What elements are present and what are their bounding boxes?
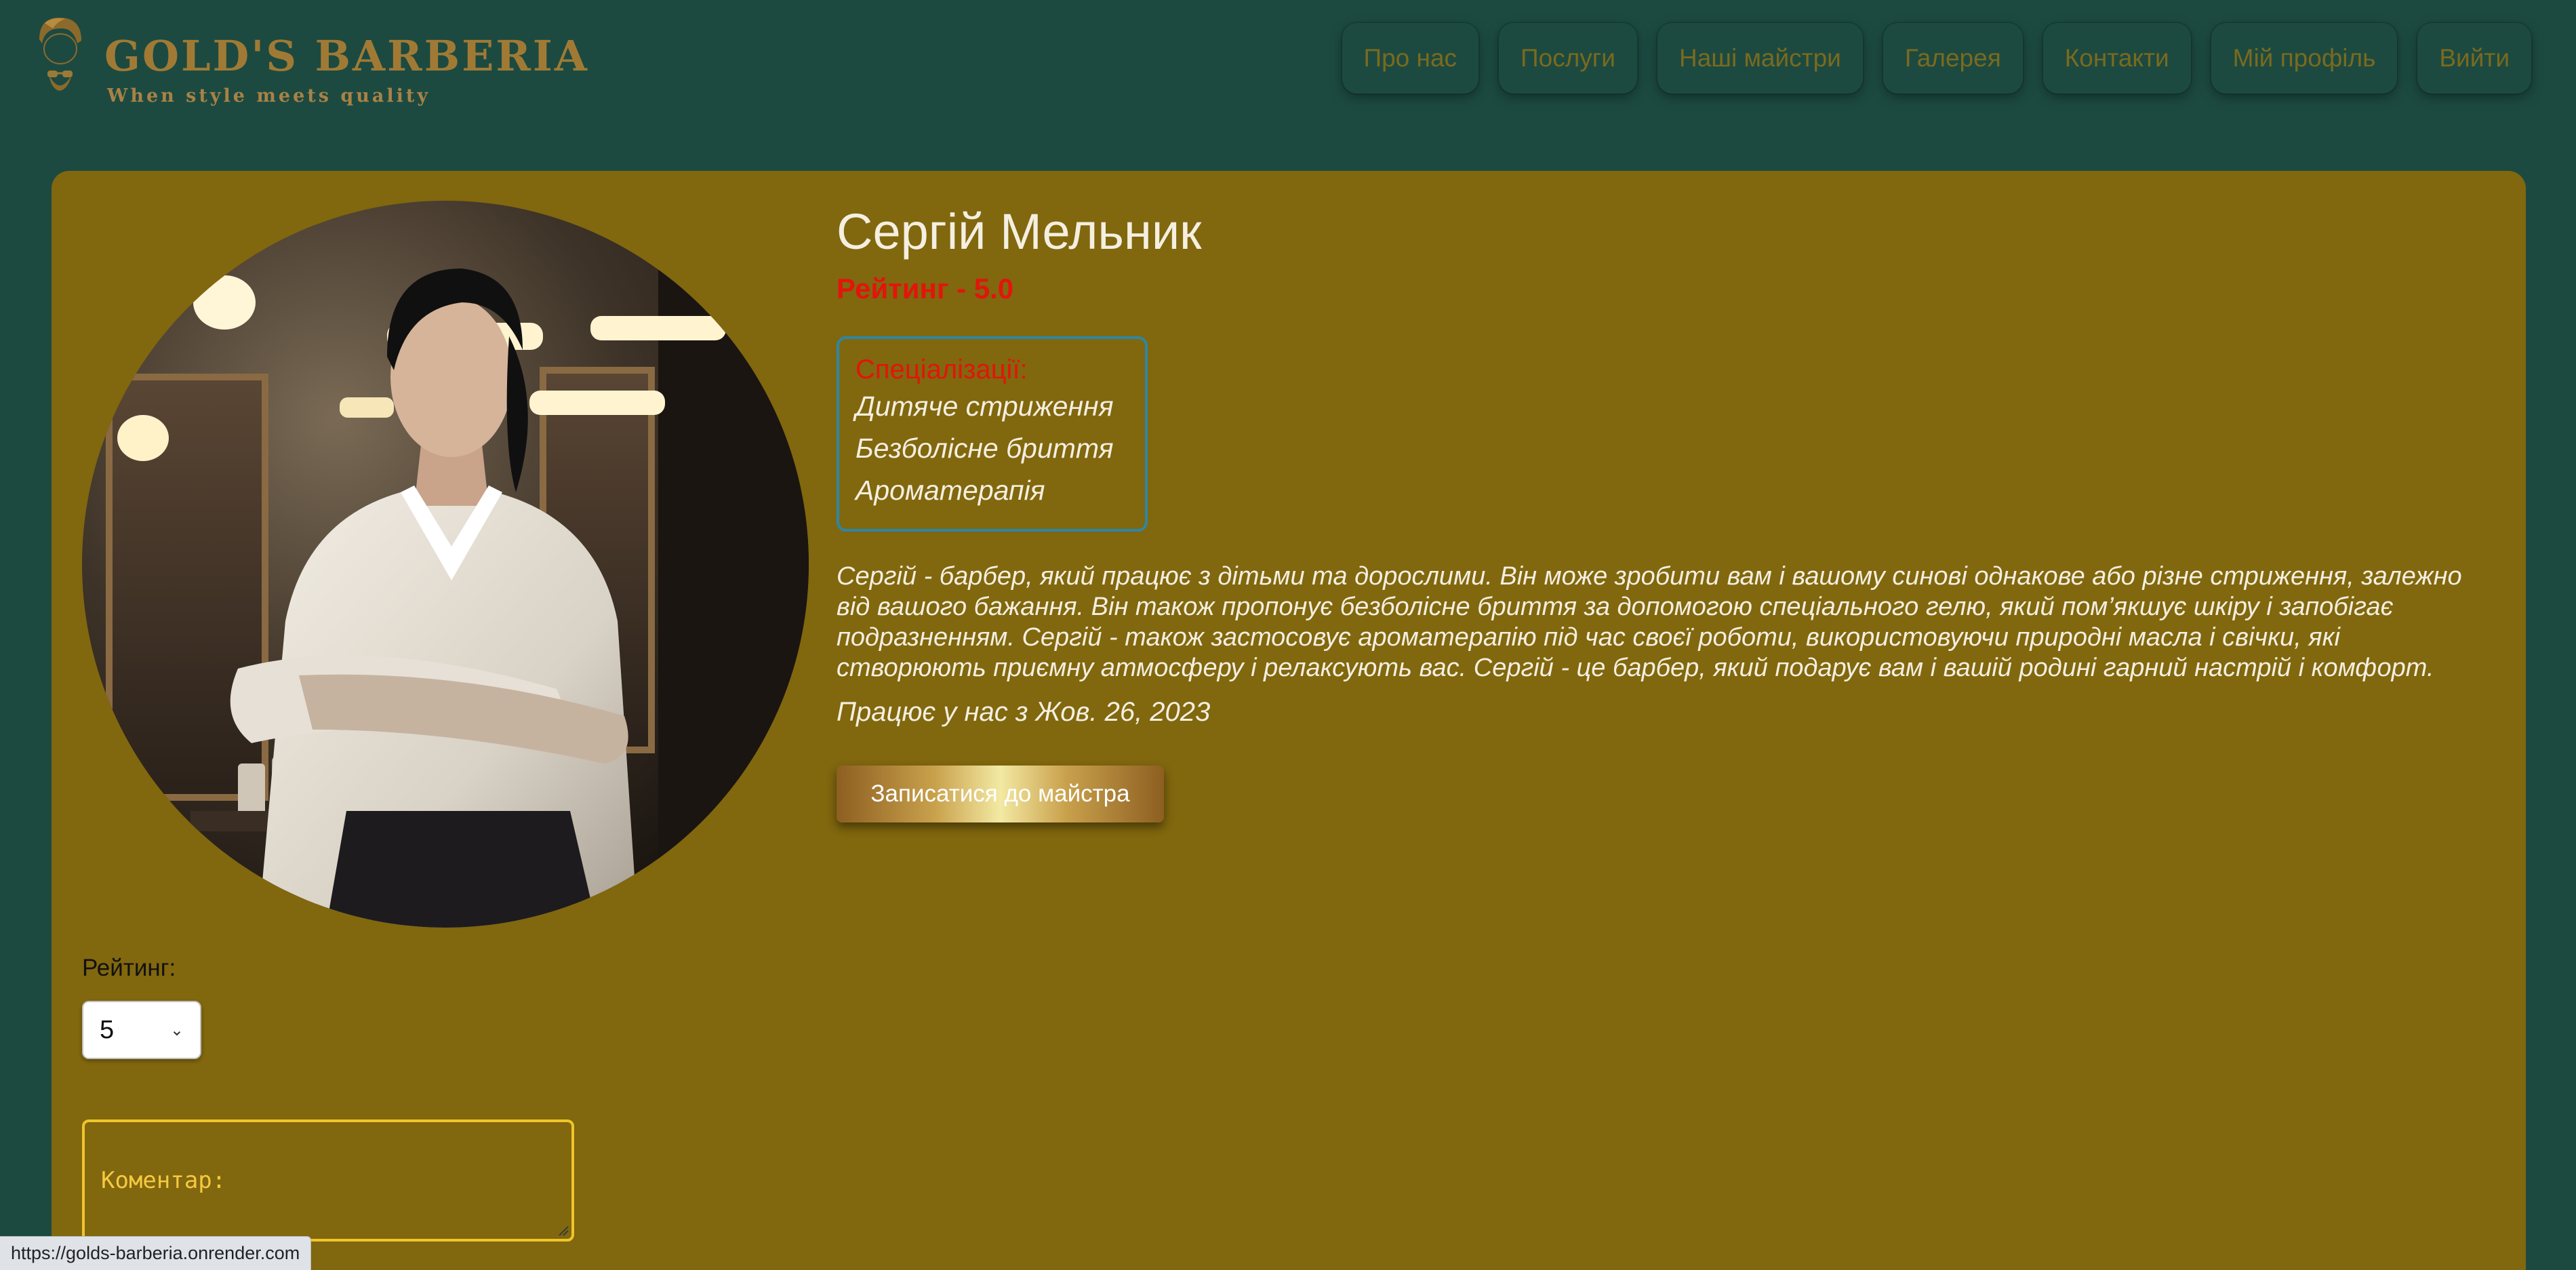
specializations-box: Спеціалізації: Дитяче стриження Безболіс…: [837, 336, 1148, 532]
barber-info: Сергій Мельник Рейтинг - 5.0 Спеціалізац…: [837, 201, 2491, 822]
chevron-down-icon: ⌄: [169, 1020, 184, 1039]
book-appointment-button[interactable]: Записатися до майстра: [837, 766, 1164, 822]
specialization-item: Дитяче стриження: [856, 391, 1114, 422]
barber-bio: Сергій - барбер, який працює з дітьми та…: [837, 562, 2462, 682]
main-nav: Про нас Послуги Наші майстри Галерея Кон…: [1342, 23, 2531, 94]
nav-barbers[interactable]: Наші майстри: [1657, 23, 1863, 94]
review-rating-label: Рейтинг:: [82, 955, 176, 981]
specialization-item: Ароматерапія: [856, 475, 1045, 506]
logo-tagline: When style meets quality: [107, 85, 431, 106]
status-bar-url: https://golds-barberia.onrender.com: [0, 1236, 312, 1270]
site-logo[interactable]: GOLD'S BARBERIA When style meets quality: [33, 14, 587, 108]
barber-logo-icon: [39, 18, 81, 91]
page: GOLD'S BARBERIA When style meets quality…: [0, 0, 2576, 1270]
nav-contacts[interactable]: Контакти: [2042, 23, 2191, 94]
review-comment-textarea[interactable]: Коментар:: [82, 1119, 574, 1242]
barber-card: Сергій Мельник Рейтинг - 5.0 Спеціалізац…: [52, 171, 2526, 1270]
logo-title: GOLD'S BARBERIA: [104, 31, 589, 81]
specializations-title: Спеціалізації:: [856, 355, 1028, 384]
nav-profile[interactable]: Мій профіль: [2211, 23, 2398, 94]
nav-gallery[interactable]: Галерея: [1883, 23, 2023, 94]
review-rating-select[interactable]: 5 ⌄: [82, 1001, 201, 1059]
barber-name: Сергій Мельник: [837, 203, 1202, 260]
barber-since: Працює у нас з Жов. 26, 2023: [837, 697, 1211, 727]
barber-photo: [82, 201, 809, 928]
resize-grip-icon[interactable]: [557, 1224, 569, 1236]
comment-placeholder: Коментар:: [101, 1167, 226, 1194]
nav-about[interactable]: Про нас: [1342, 23, 1479, 94]
review-rating-value: 5: [100, 1015, 115, 1044]
specialization-item: Безболісне бриття: [856, 433, 1114, 464]
nav-logout[interactable]: Вийти: [2417, 23, 2531, 94]
barber-rating: Рейтинг - 5.0: [837, 273, 1014, 304]
nav-services[interactable]: Послуги: [1499, 23, 1637, 94]
